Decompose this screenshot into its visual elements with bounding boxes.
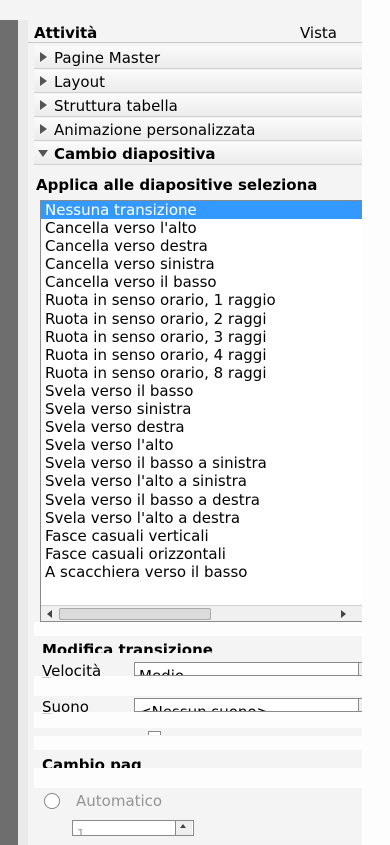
faded-band: [34, 768, 390, 788]
transition-item[interactable]: Svela verso il basso a destra: [41, 491, 368, 509]
transition-listbox[interactable]: Nessuna transizione Cancella verso l'alto…: [40, 200, 385, 622]
expand-arrow-icon: [40, 100, 47, 110]
panel-header: Attività Vista: [28, 20, 390, 43]
transition-item[interactable]: Cancella verso l'alto: [41, 219, 368, 237]
transition-item[interactable]: Svela verso destra: [41, 418, 368, 436]
transition-item[interactable]: Svela verso sinistra: [41, 400, 368, 418]
section-layout[interactable]: Layout: [34, 70, 390, 93]
faded-band: [34, 712, 390, 728]
scroll-thumb-horizontal[interactable]: [59, 608, 211, 620]
faded-band: [34, 736, 390, 750]
transition-item[interactable]: A scacchiera verso il basso: [41, 563, 368, 581]
transition-item[interactable]: Cancella verso destra: [41, 237, 368, 255]
sound-value: <Nessun suono>: [139, 703, 270, 712]
modify-transition-heading: Modifica transizione: [42, 641, 213, 653]
section-label: Layout: [54, 73, 105, 91]
transition-item[interactable]: Cancella verso il basso: [41, 273, 368, 291]
auto-advance-label: Automatico: [76, 792, 163, 810]
faded-band: [34, 676, 390, 696]
section-custom-animation[interactable]: Animazione personalizzata: [34, 118, 390, 141]
transition-item[interactable]: Fasce casuali verticali: [41, 527, 368, 545]
speed-value: Medio: [139, 667, 185, 676]
advance-slide-heading: Cambio pag: [42, 756, 142, 768]
transition-item[interactable]: Svela verso il basso: [41, 382, 368, 400]
transition-item[interactable]: Svela verso l'alto a destra: [41, 509, 368, 527]
section-label: Struttura tabella: [54, 97, 178, 115]
transition-item[interactable]: Ruota in senso orario, 1 raggio: [41, 291, 368, 309]
auto-advance-radio[interactable]: [44, 793, 60, 809]
tasks-panel: Attività Vista Pagine Master Layout Stru…: [28, 20, 390, 845]
transition-item[interactable]: Svela verso l'alto: [41, 436, 368, 454]
section-label: Pagine Master: [54, 49, 160, 67]
scroll-left-icon[interactable]: [47, 610, 52, 618]
section-label: Cambio diapositiva: [54, 145, 216, 163]
spinner-value: 1: [77, 827, 85, 836]
faded-band: [34, 622, 390, 636]
loop-checkbox[interactable]: [148, 731, 161, 735]
top-strip: [0, 0, 390, 20]
section-master-pages[interactable]: Pagine Master: [34, 46, 390, 69]
transition-item[interactable]: Cancella verso sinistra: [41, 255, 368, 273]
transition-item[interactable]: Ruota in senso orario, 8 raggi: [41, 364, 368, 382]
sound-select[interactable]: <Nessun suono>: [134, 698, 379, 712]
spin-up-icon[interactable]: [180, 824, 186, 828]
transition-item[interactable]: Ruota in senso orario, 4 raggi: [41, 346, 368, 364]
transition-item[interactable]: Fasce casuali orizzontali: [41, 545, 368, 563]
spinner-buttons[interactable]: [175, 821, 192, 835]
horizontal-scrollbar[interactable]: [41, 605, 383, 621]
panel-title: Attività: [34, 24, 98, 42]
expand-arrow-icon: [40, 124, 47, 134]
advance-seconds-spinner[interactable]: 1: [72, 820, 194, 836]
collapse-arrow-icon: [38, 150, 48, 157]
transition-item[interactable]: Nessuna transizione: [41, 201, 368, 220]
transition-item[interactable]: Svela verso l'alto a sinistra: [41, 472, 368, 490]
transition-list: Nessuna transizione Cancella verso l'alto…: [41, 201, 368, 581]
view-menu-button[interactable]: Vista: [300, 24, 337, 42]
expand-arrow-icon: [40, 76, 47, 86]
section-table-design[interactable]: Struttura tabella: [34, 94, 390, 117]
transition-item[interactable]: Ruota in senso orario, 3 raggi: [41, 328, 368, 346]
section-slide-transition[interactable]: Cambio diapositiva: [34, 142, 390, 165]
window-right-edge: [362, 0, 390, 845]
transition-item[interactable]: Ruota in senso orario, 2 raggi: [41, 310, 368, 328]
speed-select[interactable]: Medio: [134, 662, 379, 676]
window-left-edge: [0, 20, 29, 845]
expand-arrow-icon: [40, 52, 47, 62]
scroll-right-icon[interactable]: [341, 610, 346, 618]
transition-item[interactable]: Svela verso il basso a sinistra: [41, 454, 368, 472]
apply-to-selected-label: Applica alle diapositive seleziona: [36, 176, 318, 194]
section-label: Animazione personalizzata: [54, 121, 256, 139]
